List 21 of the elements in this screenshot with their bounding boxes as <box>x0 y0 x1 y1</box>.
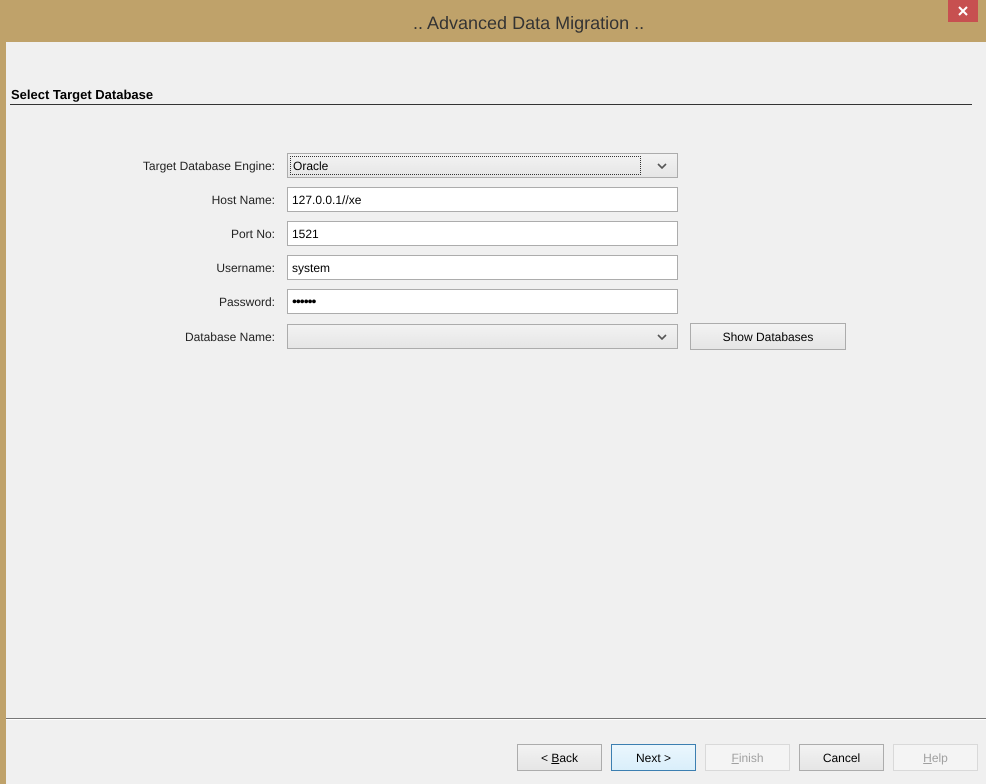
input-field[interactable]: system <box>287 255 678 280</box>
dropdown[interactable]: Oracle <box>287 153 678 178</box>
wizard-button[interactable]: Cancel <box>799 744 884 771</box>
close-icon <box>958 6 968 16</box>
field-label: Host Name: <box>210 192 276 208</box>
password-field[interactable]: •••••• <box>287 289 678 314</box>
field-label: Target Database Engine: <box>142 158 276 174</box>
show-databases-button[interactable]: Show Databases <box>690 323 846 350</box>
field-label: Username: <box>215 260 276 276</box>
chevron-down-icon <box>657 162 667 168</box>
input-field[interactable]: 127.0.0.1//xe <box>287 187 678 212</box>
field-label: Port No: <box>230 226 276 242</box>
input-field[interactable]: 1521 <box>287 221 678 246</box>
field-label: Password: <box>218 294 276 310</box>
close-button[interactable] <box>948 0 978 22</box>
chevron-down-icon <box>657 334 667 340</box>
field-label: Database Name: <box>184 328 276 346</box>
window-title: .. Advanced Data Migration .. <box>413 12 644 35</box>
section-title: Select Target Database <box>10 87 154 103</box>
wizard-button[interactable]: < Back <box>517 744 602 771</box>
wizard-button[interactable]: Next > <box>611 744 696 771</box>
